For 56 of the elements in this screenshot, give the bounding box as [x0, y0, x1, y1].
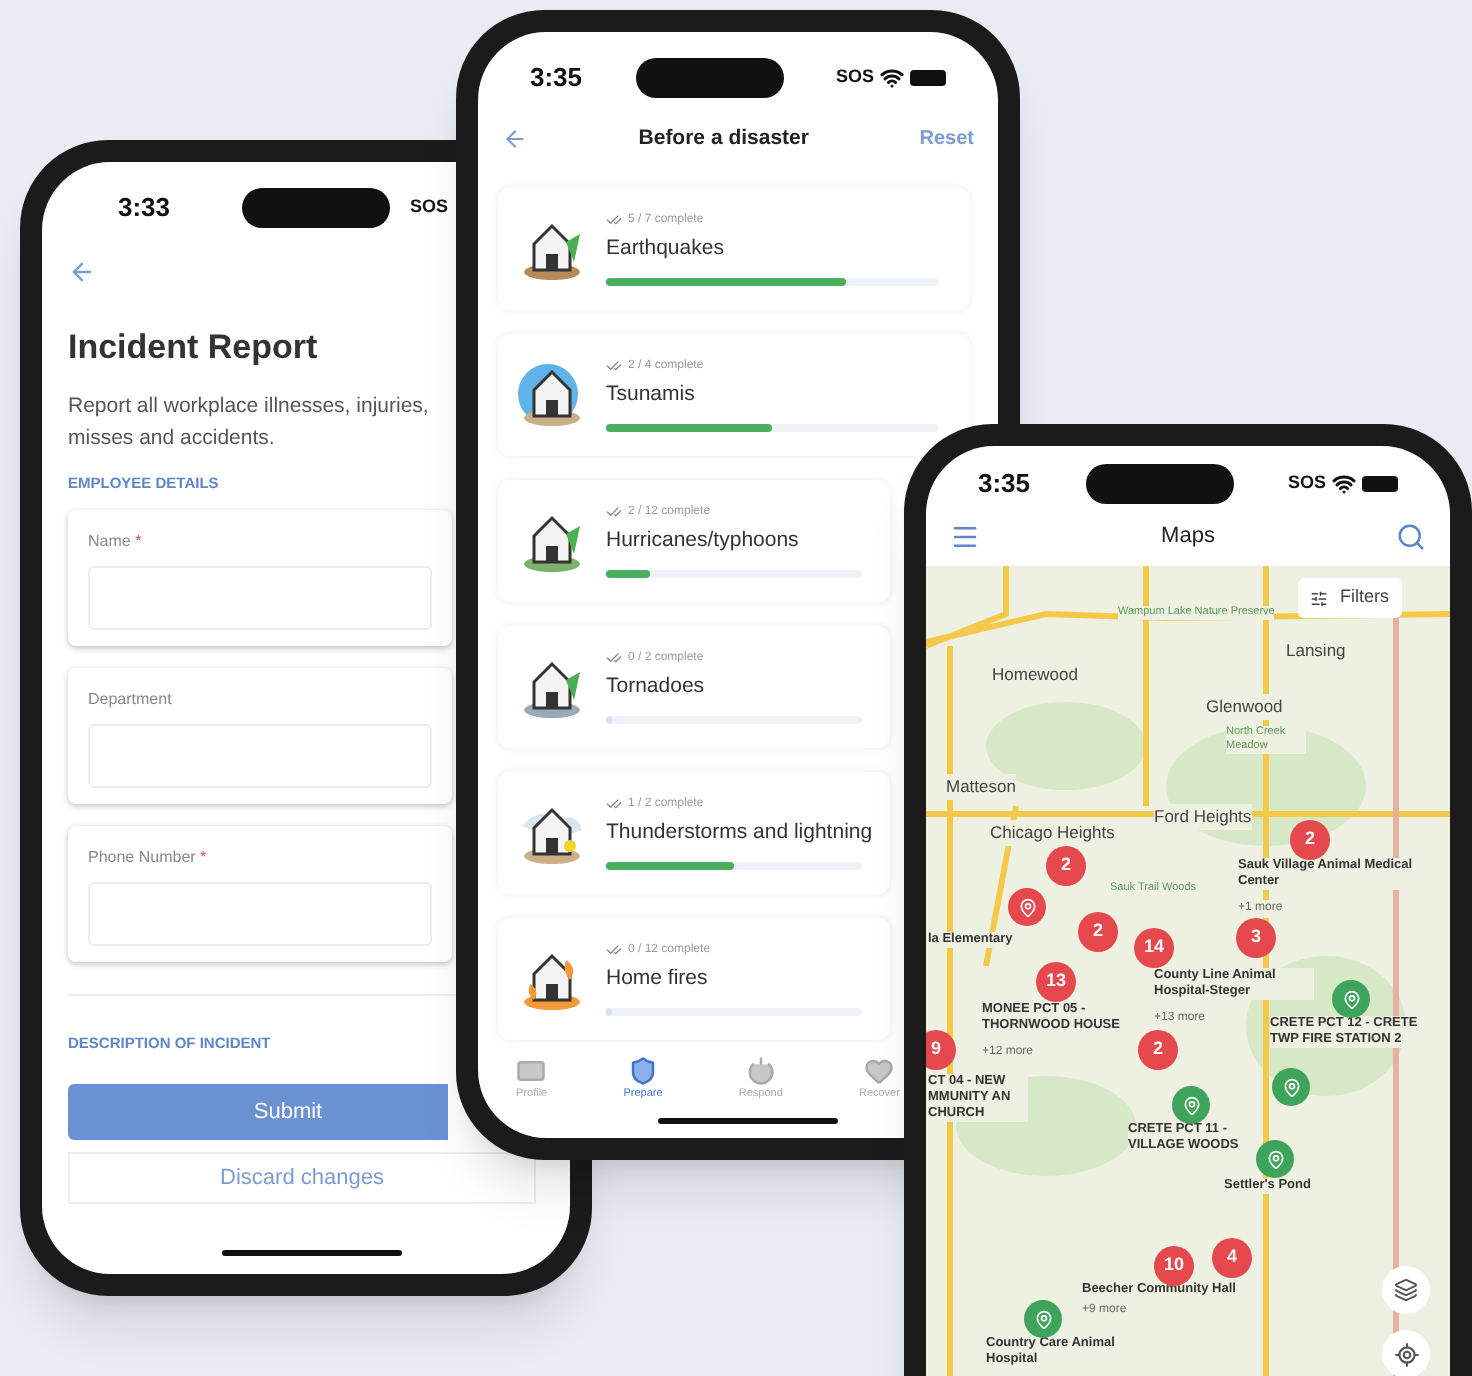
wifi-icon	[1331, 472, 1356, 496]
field-label: Name *	[88, 529, 142, 554]
check-icon	[606, 358, 622, 375]
map-pin-icon	[1265, 1149, 1285, 1169]
item-name: Earthquakes	[606, 233, 726, 264]
item-name: Tornadoes	[606, 671, 707, 702]
status-time: 3:35	[978, 466, 1031, 503]
id-card-icon	[516, 1055, 547, 1086]
check-icon	[606, 212, 622, 229]
check-icon	[606, 504, 622, 521]
layers-icon	[1394, 1278, 1418, 1302]
sos-indicator: SOS	[410, 194, 449, 221]
sos-indicator: SOS	[835, 64, 874, 91]
filters-button[interactable]: Filters	[1298, 578, 1401, 618]
status-time: 3:35	[530, 60, 583, 97]
check-icon	[606, 650, 622, 667]
submit-button[interactable]: Submit	[68, 1084, 448, 1140]
map-label: Glenwood	[1206, 694, 1283, 720]
map-pin-icon	[1033, 1309, 1053, 1329]
item-name: Hurricanes/typhoons	[606, 525, 801, 556]
check-icon	[606, 796, 622, 813]
map-label: Ford Heights	[1154, 804, 1252, 830]
description-text: Report all workplace illnesses, injuries,	[68, 391, 429, 421]
power-icon	[745, 1055, 776, 1086]
map-pin-icon	[1181, 1095, 1201, 1115]
status-time: 3:33	[118, 190, 171, 227]
map-pin-icon	[1281, 1077, 1301, 1097]
check-icon	[606, 942, 622, 959]
back-arrow-icon[interactable]	[502, 126, 528, 153]
discard-button[interactable]: Discard changes	[68, 1152, 536, 1204]
map-pin-icon	[1341, 989, 1361, 1009]
sos-indicator: SOS	[1287, 470, 1326, 497]
menu-icon[interactable]	[950, 521, 980, 551]
battery-icon	[909, 70, 946, 86]
sliders-icon	[1310, 589, 1328, 607]
map-label: Matteson	[946, 774, 1016, 800]
shield-icon	[627, 1055, 658, 1086]
map-label: Chicago Heights	[990, 820, 1115, 846]
item-name: Home fires	[606, 963, 710, 994]
heart-icon	[864, 1055, 895, 1086]
screen-title: Before a disaster	[638, 124, 809, 154]
item-name: Thunderstorms and lightning	[606, 817, 873, 848]
map-label: Lansing	[1286, 638, 1346, 664]
battery-icon	[1361, 476, 1398, 492]
screen-title: Maps	[1161, 521, 1215, 552]
description-text: misses and accidents.	[68, 423, 275, 453]
reset-button[interactable]: Reset	[919, 124, 974, 155]
map-pin-icon	[1017, 897, 1037, 917]
page-title: Incident Report	[68, 326, 318, 370]
search-icon[interactable]	[1396, 521, 1426, 551]
house-illustration-icon	[518, 360, 586, 429]
item-name: Tsunamis	[606, 379, 697, 410]
field-label: Phone Number *	[88, 845, 207, 870]
locate-icon	[1393, 1341, 1419, 1367]
field-label: Department	[88, 687, 172, 712]
wifi-icon	[879, 66, 904, 90]
